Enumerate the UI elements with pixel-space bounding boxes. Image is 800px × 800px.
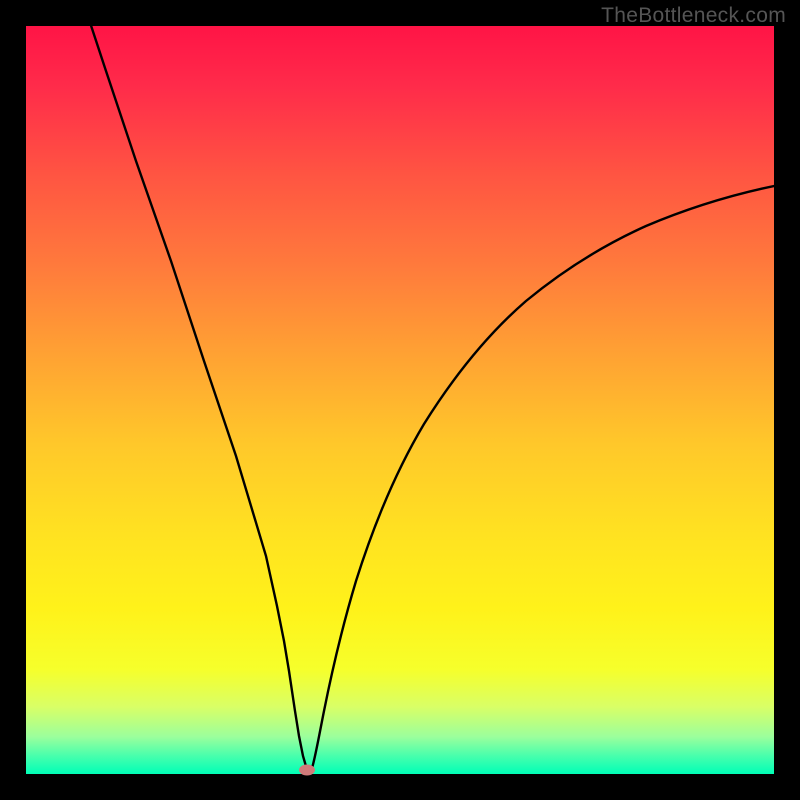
bottleneck-curve (78, 26, 774, 771)
chart-frame (26, 26, 774, 774)
watermark-text: TheBottleneck.com (601, 4, 786, 28)
chart-plot-area (26, 26, 774, 774)
minimum-marker (299, 765, 315, 776)
